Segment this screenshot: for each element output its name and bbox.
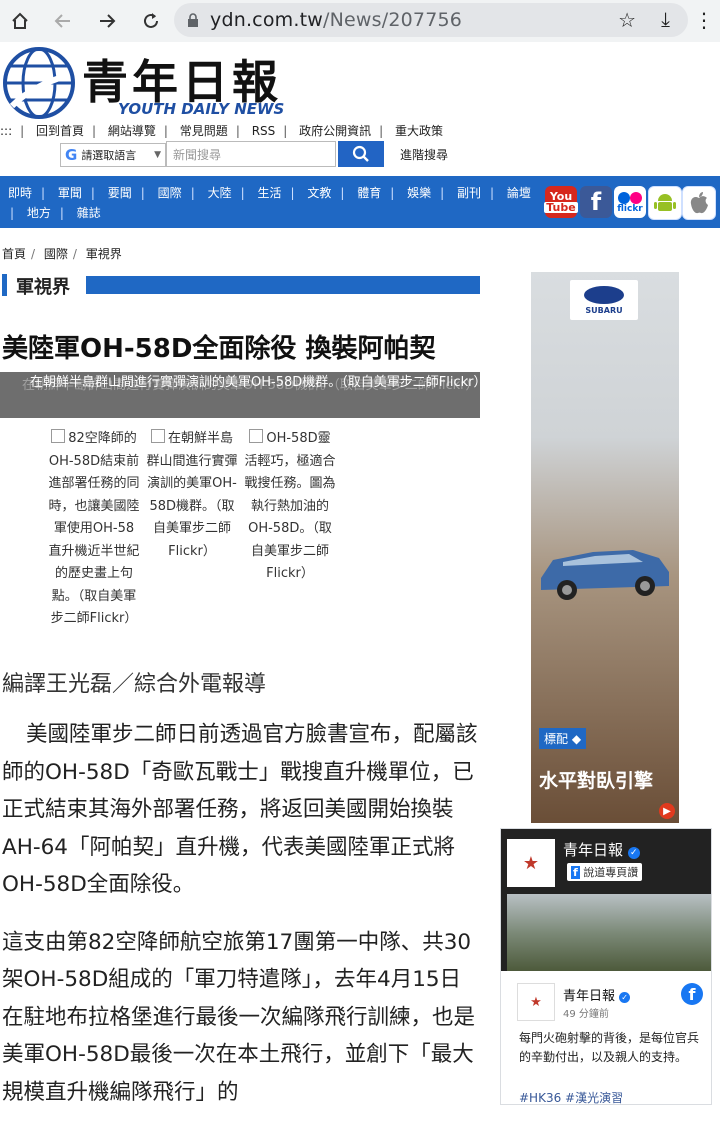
fb-page-avatar[interactable]: ★ xyxy=(507,839,555,887)
section-title: 軍視界 xyxy=(16,277,70,298)
breadcrumb: 首頁 / 國際 / 軍視界 xyxy=(2,247,122,261)
fb-page-name[interactable]: 青年日報 ✓ xyxy=(563,839,640,860)
fb-cover: ★ 青年日報 ✓ f 說道專頁讚 xyxy=(501,829,711,971)
car-image xyxy=(541,550,669,600)
top-link-gov-info[interactable]: 政府公開資訊 xyxy=(299,124,371,138)
android-icon[interactable] xyxy=(648,186,682,220)
photo-caption-overlay: 在朝鮮半島群山間進行實彈演訓的美軍OH-58D機群。（取自美軍步二師Flickr… xyxy=(0,372,480,418)
address-bar[interactable]: ydn.com.tw/News/207756 ☆ ⤓ xyxy=(174,3,688,37)
facebook-icon[interactable]: f xyxy=(580,186,612,218)
verified-icon: ✓ xyxy=(627,847,640,859)
article-headline: 美陸軍OH-58D全面除役 換裝阿帕契 xyxy=(2,334,436,364)
nav-item[interactable]: 即時 xyxy=(8,186,32,200)
top-link-home[interactable]: 回到首頁 xyxy=(36,124,84,138)
back-icon[interactable] xyxy=(48,6,78,36)
nav-row-2: | 地方 | 雜誌 xyxy=(10,206,101,220)
top-link-faq[interactable]: 常見問題 xyxy=(180,124,228,138)
subaru-logo: SUBARU xyxy=(570,280,638,320)
nav-item[interactable]: 雜誌 xyxy=(77,206,101,220)
reload-icon[interactable] xyxy=(136,6,166,36)
logo-english[interactable]: YOUTH DAILY NEWS xyxy=(118,100,284,118)
browser-toolbar: ydn.com.tw/News/207756 ☆ ⤓ ⋮ xyxy=(0,0,720,42)
nav-item[interactable]: 娛樂 xyxy=(407,186,431,200)
top-link-accesskey[interactable]: ::: xyxy=(0,124,12,138)
ad-badge: 標配 ◆ xyxy=(539,728,587,749)
article-paragraph: 美國陸軍步二師日前透過官方臉書宣布，配屬該師的OH-58D「奇歐瓦戰士」戰搜直升… xyxy=(2,722,478,897)
top-link-sitemap[interactable]: 網站導覽 xyxy=(108,124,156,138)
nav-item[interactable]: 大陸 xyxy=(208,186,232,200)
forward-icon[interactable] xyxy=(92,6,122,36)
nav-item[interactable]: 生活 xyxy=(257,186,281,200)
breadcrumb-international[interactable]: 國際 xyxy=(44,247,68,261)
main-nav: 即時 | 軍聞 | 要聞 | 國際 | 大陸 | 生活 | 文教 | 體育 | 娛樂 | 副刊 | … xyxy=(0,176,720,228)
article-body: 美國陸軍步二師日前透過官方臉書宣布，配屬該師的OH-58D「奇歐瓦戰士」戰搜直升… xyxy=(2,716,480,1131)
youtube-icon[interactable]: You Tube xyxy=(544,186,578,218)
subaru-ad[interactable]: SUBARU 標配 ◆ 水平對臥引擎 ▶ xyxy=(531,272,679,823)
nav-item[interactable]: 國際 xyxy=(158,186,182,200)
search-button[interactable] xyxy=(338,141,384,167)
facebook-logo-icon[interactable]: f xyxy=(681,983,703,1005)
fb-post-text: 每門火砲射擊的背後，是每位官兵的辛勤付出，以及親人的支持。 xyxy=(519,1031,700,1064)
top-links: ::: | 回到首頁 | 網站導覽 | 常見問題 | RSS | 政府公開資訊 | 重大政策 xyxy=(0,124,444,138)
nav-item[interactable]: 副刊 xyxy=(457,186,481,200)
breadcrumb-current[interactable]: 軍視界 xyxy=(86,247,122,261)
broken-image-icon xyxy=(51,429,66,443)
ad-slogan: 水平對臥引擎 xyxy=(539,770,654,792)
adchoices-icon[interactable]: ▶ xyxy=(659,803,675,819)
nav-item[interactable]: 體育 xyxy=(357,186,381,200)
download-icon[interactable]: ⤓ xyxy=(661,7,670,31)
search-input[interactable]: 新聞搜尋 xyxy=(166,141,336,167)
top-link-rss[interactable]: RSS xyxy=(252,124,276,138)
image-caption-3[interactable]: OH-58D靈活輕巧，極適合戰搜任務。圖為執行熱加油的OH-58D。（取自美軍步… xyxy=(244,428,336,586)
verified-icon: ✓ xyxy=(619,992,631,1003)
search-icon xyxy=(352,145,369,162)
logo-globe-icon[interactable] xyxy=(2,46,76,120)
section-accent xyxy=(2,274,7,296)
advanced-search-link[interactable]: 進階搜尋 xyxy=(400,146,448,163)
apple-icon[interactable] xyxy=(682,186,716,220)
nav-item[interactable]: 文教 xyxy=(307,186,331,200)
facebook-widget[interactable]: ★ 青年日報 ✓ f 說道專頁讚 ★ 青年日報 ✓ 49 分鐘前 f 每門火砲射… xyxy=(500,828,712,1105)
caption-text: 在朝鮮半島群山間進行實彈演訓的美軍OH-58D機群。（取自美軍步二師Flickr… xyxy=(30,375,480,390)
section-bar xyxy=(86,276,480,294)
home-icon[interactable] xyxy=(5,6,35,36)
fb-post-page-name[interactable]: 青年日報 ✓ xyxy=(563,985,631,1004)
translate-select[interactable]: G 請選取語言 ▼ xyxy=(60,143,166,167)
fb-post-avatar[interactable]: ★ xyxy=(517,983,555,1021)
url-text: ydn.com.tw/News/207756 xyxy=(210,9,463,31)
flickr-icon[interactable]: flickr xyxy=(614,186,646,218)
broken-image-icon xyxy=(249,429,264,443)
nav-row-1: 即時 | 軍聞 | 要聞 | 國際 | 大陸 | 生活 | 文教 | 體育 | 娛樂 | 副刊 | … xyxy=(8,186,531,200)
fb-cover-photo xyxy=(507,894,711,971)
more-menu-icon[interactable]: ⋮ xyxy=(694,8,714,32)
lock-icon xyxy=(188,13,198,27)
article-byline: 編譯王光磊／綜合外電報導 xyxy=(2,672,267,697)
image-caption-1[interactable]: 82空降師的OH-58D結束前進部署任務的同時，也讓美國陸軍使用OH-58直升機… xyxy=(48,428,140,631)
fb-like-button[interactable]: f 說道專頁讚 xyxy=(567,863,643,881)
fb-post-time[interactable]: 49 分鐘前 xyxy=(563,1005,609,1020)
image-caption-2[interactable]: 在朝鮮半島群山間進行實彈演訓的美軍OH-58D機群。（取自美軍步二師Flickr… xyxy=(146,428,238,563)
article-paragraph: 這支由第82空降師航空旅第17團第一中隊、共30架OH-58D組成的「軍刀特遣隊… xyxy=(2,929,476,1105)
top-link-policy[interactable]: 重大政策 xyxy=(395,124,443,138)
nav-item[interactable]: 論壇 xyxy=(507,186,531,200)
breadcrumb-home[interactable]: 首頁 xyxy=(2,247,26,261)
section-header: 軍視界 xyxy=(2,274,480,298)
star-icon[interactable]: ☆ xyxy=(618,8,636,32)
nav-item[interactable]: 軍聞 xyxy=(58,186,82,200)
nav-item[interactable]: 地方 xyxy=(27,206,51,220)
broken-image-icon xyxy=(150,429,165,443)
nav-item[interactable]: 要聞 xyxy=(108,186,132,200)
google-icon: G xyxy=(65,146,78,164)
chevron-down-icon: ▼ xyxy=(154,150,161,160)
